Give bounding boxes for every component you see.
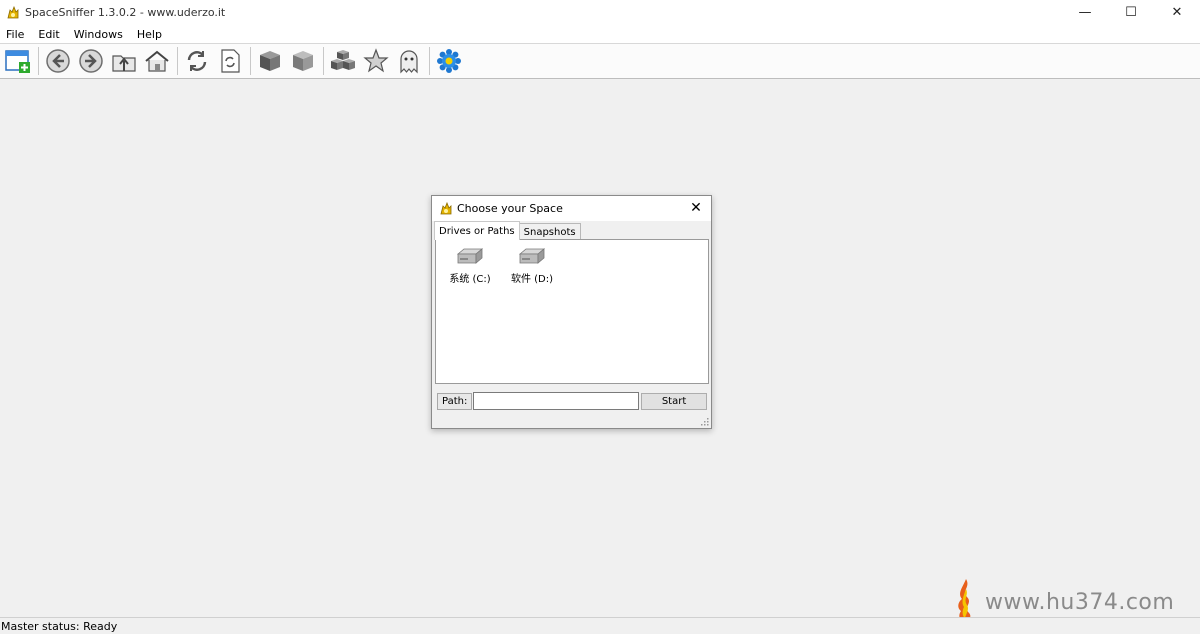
toolbar-separator — [38, 47, 39, 75]
dialog-title: Choose your Space — [457, 202, 563, 215]
dialog-tabs: Drives or Paths Snapshots — [434, 221, 581, 240]
path-row: Path: Start — [437, 392, 707, 410]
refresh-icon — [187, 51, 207, 71]
start-button[interactable]: Start — [641, 392, 707, 410]
cube-light-button[interactable] — [287, 45, 319, 77]
refresh-button[interactable] — [181, 45, 213, 77]
cube-button[interactable] — [254, 45, 286, 77]
new-window-icon — [5, 50, 30, 73]
menu-file[interactable]: File — [4, 28, 30, 41]
cube-light-icon — [293, 51, 313, 71]
close-button[interactable]: ✕ — [1154, 0, 1200, 25]
cubes-button[interactable] — [327, 45, 359, 77]
watermark-text: www.hu374.com — [985, 589, 1175, 615]
window-title: SpaceSniffer 1.3.0.2 - www.uderzo.it — [25, 6, 226, 19]
settings-button[interactable] — [433, 45, 465, 77]
maximize-button[interactable]: ☐ — [1108, 0, 1154, 25]
forward-icon — [79, 49, 103, 73]
back-button[interactable] — [42, 45, 74, 77]
menu-bar: File Edit Windows Help — [0, 25, 1200, 43]
ghost-icon — [400, 50, 418, 74]
resize-grip-icon[interactable] — [701, 418, 709, 426]
dialog-title-bar[interactable]: Choose your Space ✕ — [432, 196, 711, 221]
title-bar[interactable]: SpaceSniffer 1.3.0.2 - www.uderzo.it — ☐… — [0, 0, 1200, 25]
cube-icon — [260, 51, 280, 71]
forward-button[interactable] — [75, 45, 107, 77]
refresh-document-button[interactable] — [214, 45, 246, 77]
hard-drive-icon — [518, 248, 546, 264]
choose-space-dialog: Choose your Space ✕ Drives or Paths Snap… — [431, 195, 712, 429]
tab-drives-or-paths[interactable]: Drives or Paths — [434, 221, 520, 240]
drive-item-c[interactable]: 系统 (C:) — [446, 246, 494, 285]
status-text: Master status: Ready — [1, 619, 118, 633]
hard-drive-icon — [456, 248, 484, 264]
cubes-icon — [331, 50, 355, 70]
back-icon — [46, 49, 70, 73]
drive-label-c: 系统 (C:) — [449, 274, 491, 285]
toolbar-separator — [429, 47, 430, 75]
toolbar-separator — [323, 47, 324, 75]
menu-help[interactable]: Help — [135, 28, 168, 41]
status-bar: Master status: Ready — [0, 617, 1200, 634]
toolbar-separator — [177, 47, 178, 75]
refresh-document-icon — [221, 49, 240, 73]
drive-label-d: 软件 (D:) — [510, 274, 554, 285]
menu-edit[interactable]: Edit — [36, 28, 65, 41]
up-folder-icon — [112, 55, 136, 72]
toolbar — [0, 43, 1200, 79]
toolbar-separator — [250, 47, 251, 75]
drives-panel: 系统 (C:) 软件 (D:) — [435, 239, 709, 384]
star-icon — [363, 48, 389, 73]
dialog-close-button[interactable]: ✕ — [687, 199, 705, 217]
favorites-button[interactable] — [360, 45, 392, 77]
home-icon — [145, 50, 169, 72]
app-logo-icon — [7, 5, 19, 18]
window-controls: — ☐ ✕ — [1062, 0, 1200, 25]
path-label: Path: — [437, 392, 473, 410]
home-button[interactable] — [141, 45, 173, 77]
ghost-button[interactable] — [393, 45, 425, 77]
drive-item-d[interactable]: 软件 (D:) — [508, 246, 556, 285]
minimize-button[interactable]: — — [1062, 0, 1108, 25]
up-folder-button[interactable] — [108, 45, 140, 77]
tab-snapshots[interactable]: Snapshots — [518, 223, 581, 240]
menu-windows[interactable]: Windows — [72, 28, 129, 41]
path-input[interactable] — [473, 392, 640, 410]
app-logo-icon — [440, 201, 452, 214]
new-window-button[interactable] — [2, 45, 34, 77]
settings-flower-icon — [437, 49, 461, 73]
